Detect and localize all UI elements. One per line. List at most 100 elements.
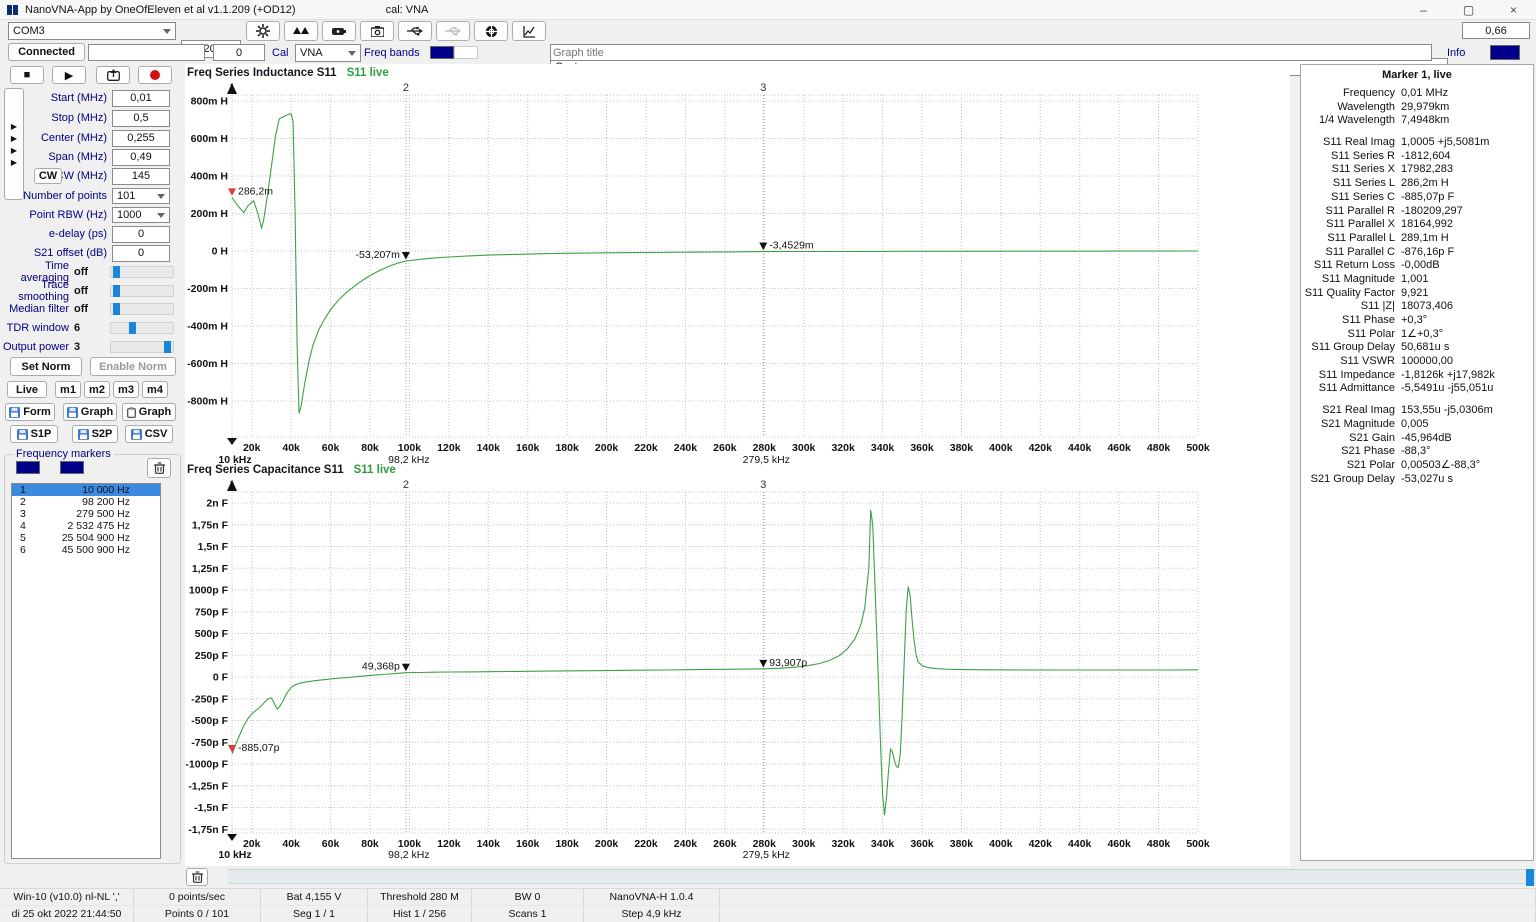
edelay-row: e-delay (ps) [0,225,185,243]
x-tick-label: 400k [989,442,1013,454]
minimize-button[interactable]: – [1401,0,1446,20]
cw-button[interactable]: CW [34,168,62,184]
memory-m1-button[interactable]: m1 [55,381,81,398]
x-tick-label: 120k [437,442,461,454]
x-tick-label: 440k [1068,838,1092,850]
x-tick-label: 160k [516,442,540,454]
frequency-marker-row[interactable]: 110 000 Hz [12,484,160,496]
freq-bands-label: Freq bands [364,47,420,59]
slider-track[interactable] [110,341,174,353]
connected-button[interactable]: Connected [8,43,85,61]
clear-markers-button[interactable] [147,458,171,478]
memory-m4-button[interactable]: m4 [142,381,168,398]
chart-1: 20k40k60k80k100k120k140k160k180k200k220k… [187,82,1210,466]
x-tick-label: 240k [674,442,698,454]
export-s1p-button[interactable]: S1P [10,425,58,443]
record-button[interactable] [138,66,172,84]
scrollbar-handle[interactable] [1526,869,1534,886]
center-field[interactable] [112,130,170,147]
graph-title-field[interactable] [550,44,1432,61]
history-scrollbar[interactable] [228,869,1536,884]
s21-offset-field[interactable] [112,245,170,262]
copy-graph-button[interactable]: Graph [122,403,176,421]
slider-handle[interactable] [113,266,120,278]
export-csv-button[interactable]: CSV [125,425,173,443]
readout-label: S11 Series C [1301,191,1401,205]
chart-window-button[interactable] [512,21,546,41]
slider-track[interactable] [110,322,174,334]
memory-m2-button[interactable]: m2 [84,381,110,398]
frequency-marker-row[interactable]: 525 504 900 Hz [12,532,160,544]
slider-handle[interactable] [113,285,120,297]
x-tick-label: 80k [361,838,379,850]
x-tick-label: 480k [1147,838,1171,850]
frequency-marker-row[interactable]: 3279 500 Hz [12,508,160,520]
readout-value: -876,16p F [1401,246,1533,260]
info-color-swatch[interactable] [1490,45,1520,60]
x-tick-label: 360k [910,442,934,454]
set-norm-button[interactable]: Set Norm [10,357,82,376]
status-row-2: di 25 okt 2022 21:44:50Points 0 / 101Seg… [0,906,1536,922]
memory-m3-button[interactable]: m3 [113,381,139,398]
cal-mode-value: VNA [300,47,344,59]
marker-number: 6 [12,544,38,556]
clear-history-button[interactable] [186,868,208,886]
slider-track[interactable] [110,303,174,315]
frequency-marker-list[interactable]: 110 000 Hz298 200 Hz3279 500 Hz42 532 47… [11,483,161,859]
usb-connect-button[interactable] [398,21,432,41]
settings-button[interactable] [246,21,280,41]
x-tick-label: 80k [361,442,379,454]
maximize-button[interactable]: ▢ [1446,0,1491,20]
marker-color-swatch-1[interactable] [16,461,40,474]
save-form-button[interactable]: Form [5,403,55,421]
stop-button[interactable]: ■ [10,66,44,84]
frequency-marker-row[interactable]: 42 532 475 Hz [12,520,160,532]
points-select[interactable]: 101 [112,188,170,204]
x-tick-label: 300k [792,442,816,454]
edelay-field[interactable] [112,226,170,243]
target-button[interactable] [474,21,508,41]
readout-label: S11 |Z| [1301,300,1401,314]
retry-count-field[interactable] [213,44,265,61]
save-graph-button[interactable]: Graph [63,403,117,421]
start-field[interactable] [112,90,170,107]
frequency-marker-row[interactable]: 645 500 900 Hz [12,544,160,556]
cw-field[interactable] [112,168,170,185]
slider-track[interactable] [110,285,174,297]
cal-mode-select[interactable]: VNA [295,44,361,62]
trace-marker-icon [228,745,236,753]
marker-color-swatch-2[interactable] [60,461,84,474]
trace-marker-value: -53,207m [356,249,401,261]
readout-label: S11 Impedance [1301,369,1401,383]
export-s2p-button[interactable]: S2P [72,425,118,443]
x-tick-label: 340k [871,838,895,850]
close-button[interactable]: × [1491,0,1536,20]
x-marker-freq-label: 98,2 kHz [388,849,429,861]
stop-field[interactable] [112,110,170,127]
rbw-select[interactable]: 1000 [112,207,170,223]
chart-corner-icon [523,25,536,38]
slider-handle[interactable] [129,322,136,334]
single-sweep-button[interactable] [96,66,130,84]
slider-track[interactable] [110,266,174,278]
screenshot-button[interactable] [360,21,394,41]
span-field[interactable] [112,149,170,166]
y-axis-label: 0 F [213,672,229,684]
marker-panel-row: S11 Return Loss-0,00dB [1301,259,1533,273]
slider-handle[interactable] [113,303,120,315]
run-button[interactable]: ▶ [52,66,86,84]
address-field[interactable] [88,44,205,61]
trace-marker-value: 49,368p [362,661,400,673]
slider-row-1: Trace smoothingoff [0,282,185,300]
scale-value-field[interactable] [1462,22,1530,39]
scale-up-button[interactable] [284,21,318,41]
freq-bands-color-swatch[interactable] [430,46,454,59]
slider-handle[interactable] [164,341,171,353]
battery-status-button[interactable] [322,21,356,41]
com-port-select[interactable]: COM3 [8,22,176,40]
memory-live-button[interactable]: Live [7,381,47,398]
bottom-bar [0,866,1536,888]
frequency-marker-row[interactable]: 298 200 Hz [12,496,160,508]
readout-value: 18073,406 [1401,300,1533,314]
freq-bands-color-swatch-2[interactable] [454,46,478,59]
